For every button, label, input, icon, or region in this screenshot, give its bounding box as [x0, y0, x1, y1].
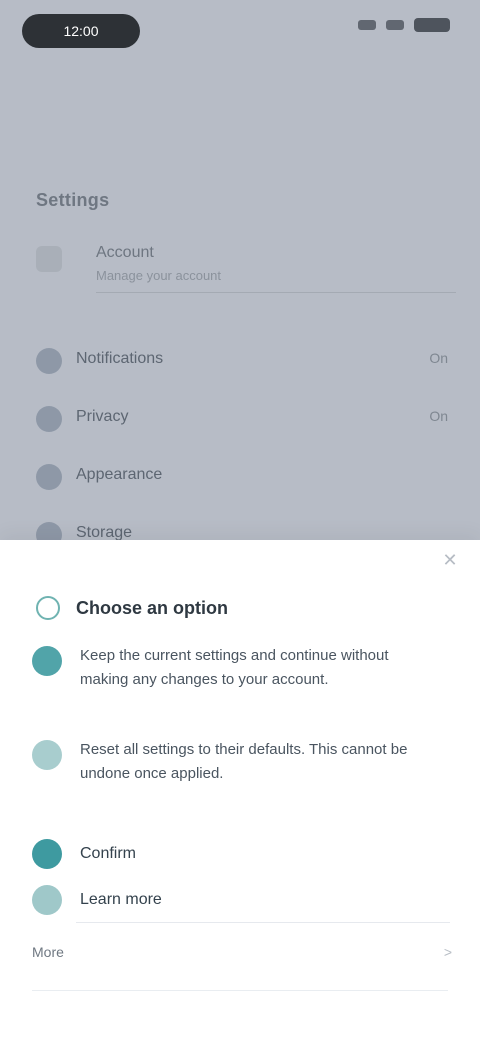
bottom-sheet: ✕ Choose an option Keep the current sett… — [0, 540, 480, 1040]
sheet-title: Choose an option — [76, 598, 228, 618]
divider — [96, 292, 456, 293]
confirm-label: Confirm — [80, 845, 137, 862]
bell-icon — [36, 348, 62, 374]
background-screen: 12:00 Settings Account Manage your accou… — [0, 0, 480, 540]
radio-icon — [32, 740, 62, 770]
settings-list: Notifications On Privacy On Appearance S… — [36, 340, 448, 540]
status-time: 12:00 — [22, 14, 140, 48]
wifi-icon — [386, 20, 404, 30]
check-icon — [32, 839, 62, 869]
help-icon — [32, 885, 62, 915]
account-subtitle: Manage your account — [96, 268, 222, 283]
list-item-label: Appearance — [76, 466, 163, 483]
chevron-right-icon: > — [443, 944, 452, 960]
more-label: More — [32, 944, 64, 960]
page-title: Settings — [36, 190, 110, 210]
lock-icon — [36, 406, 62, 432]
divider — [76, 922, 450, 923]
list-item-value: On — [429, 350, 448, 366]
confirm-row[interactable]: Confirm — [32, 832, 452, 876]
list-item-label: Privacy — [76, 408, 129, 425]
option-reset[interactable]: Reset all settings to their defaults. Th… — [32, 738, 452, 812]
option-text: Keep the current settings and continue w… — [80, 647, 389, 688]
status-bar: 12:00 — [0, 0, 480, 64]
list-item[interactable]: Privacy On — [36, 398, 448, 456]
status-icons — [358, 18, 450, 32]
learn-more-row[interactable]: Learn more — [32, 878, 452, 922]
radio-selected-icon — [32, 646, 62, 676]
account-title: Account — [96, 244, 154, 261]
signal-icon — [358, 20, 376, 30]
close-button[interactable]: ✕ — [436, 546, 464, 574]
storage-icon — [36, 522, 62, 540]
divider — [32, 990, 448, 991]
option-text: Reset all settings to their defaults. Th… — [80, 741, 408, 782]
info-icon — [36, 596, 60, 620]
more-row[interactable]: More > — [32, 936, 452, 968]
option-keep[interactable]: Keep the current settings and continue w… — [32, 644, 452, 718]
learn-more-label: Learn more — [80, 891, 162, 908]
palette-icon — [36, 464, 62, 490]
account-icon — [36, 246, 62, 272]
list-item-value: On — [429, 408, 448, 424]
battery-icon — [414, 18, 450, 32]
list-item[interactable]: Appearance — [36, 456, 448, 514]
list-item[interactable]: Storage — [36, 514, 448, 540]
close-icon: ✕ — [442, 549, 458, 570]
list-item[interactable]: Notifications On — [36, 340, 448, 398]
list-item-label: Storage — [76, 524, 133, 540]
list-item-label: Notifications — [76, 350, 164, 367]
account-row[interactable]: Account Manage your account — [36, 240, 456, 296]
